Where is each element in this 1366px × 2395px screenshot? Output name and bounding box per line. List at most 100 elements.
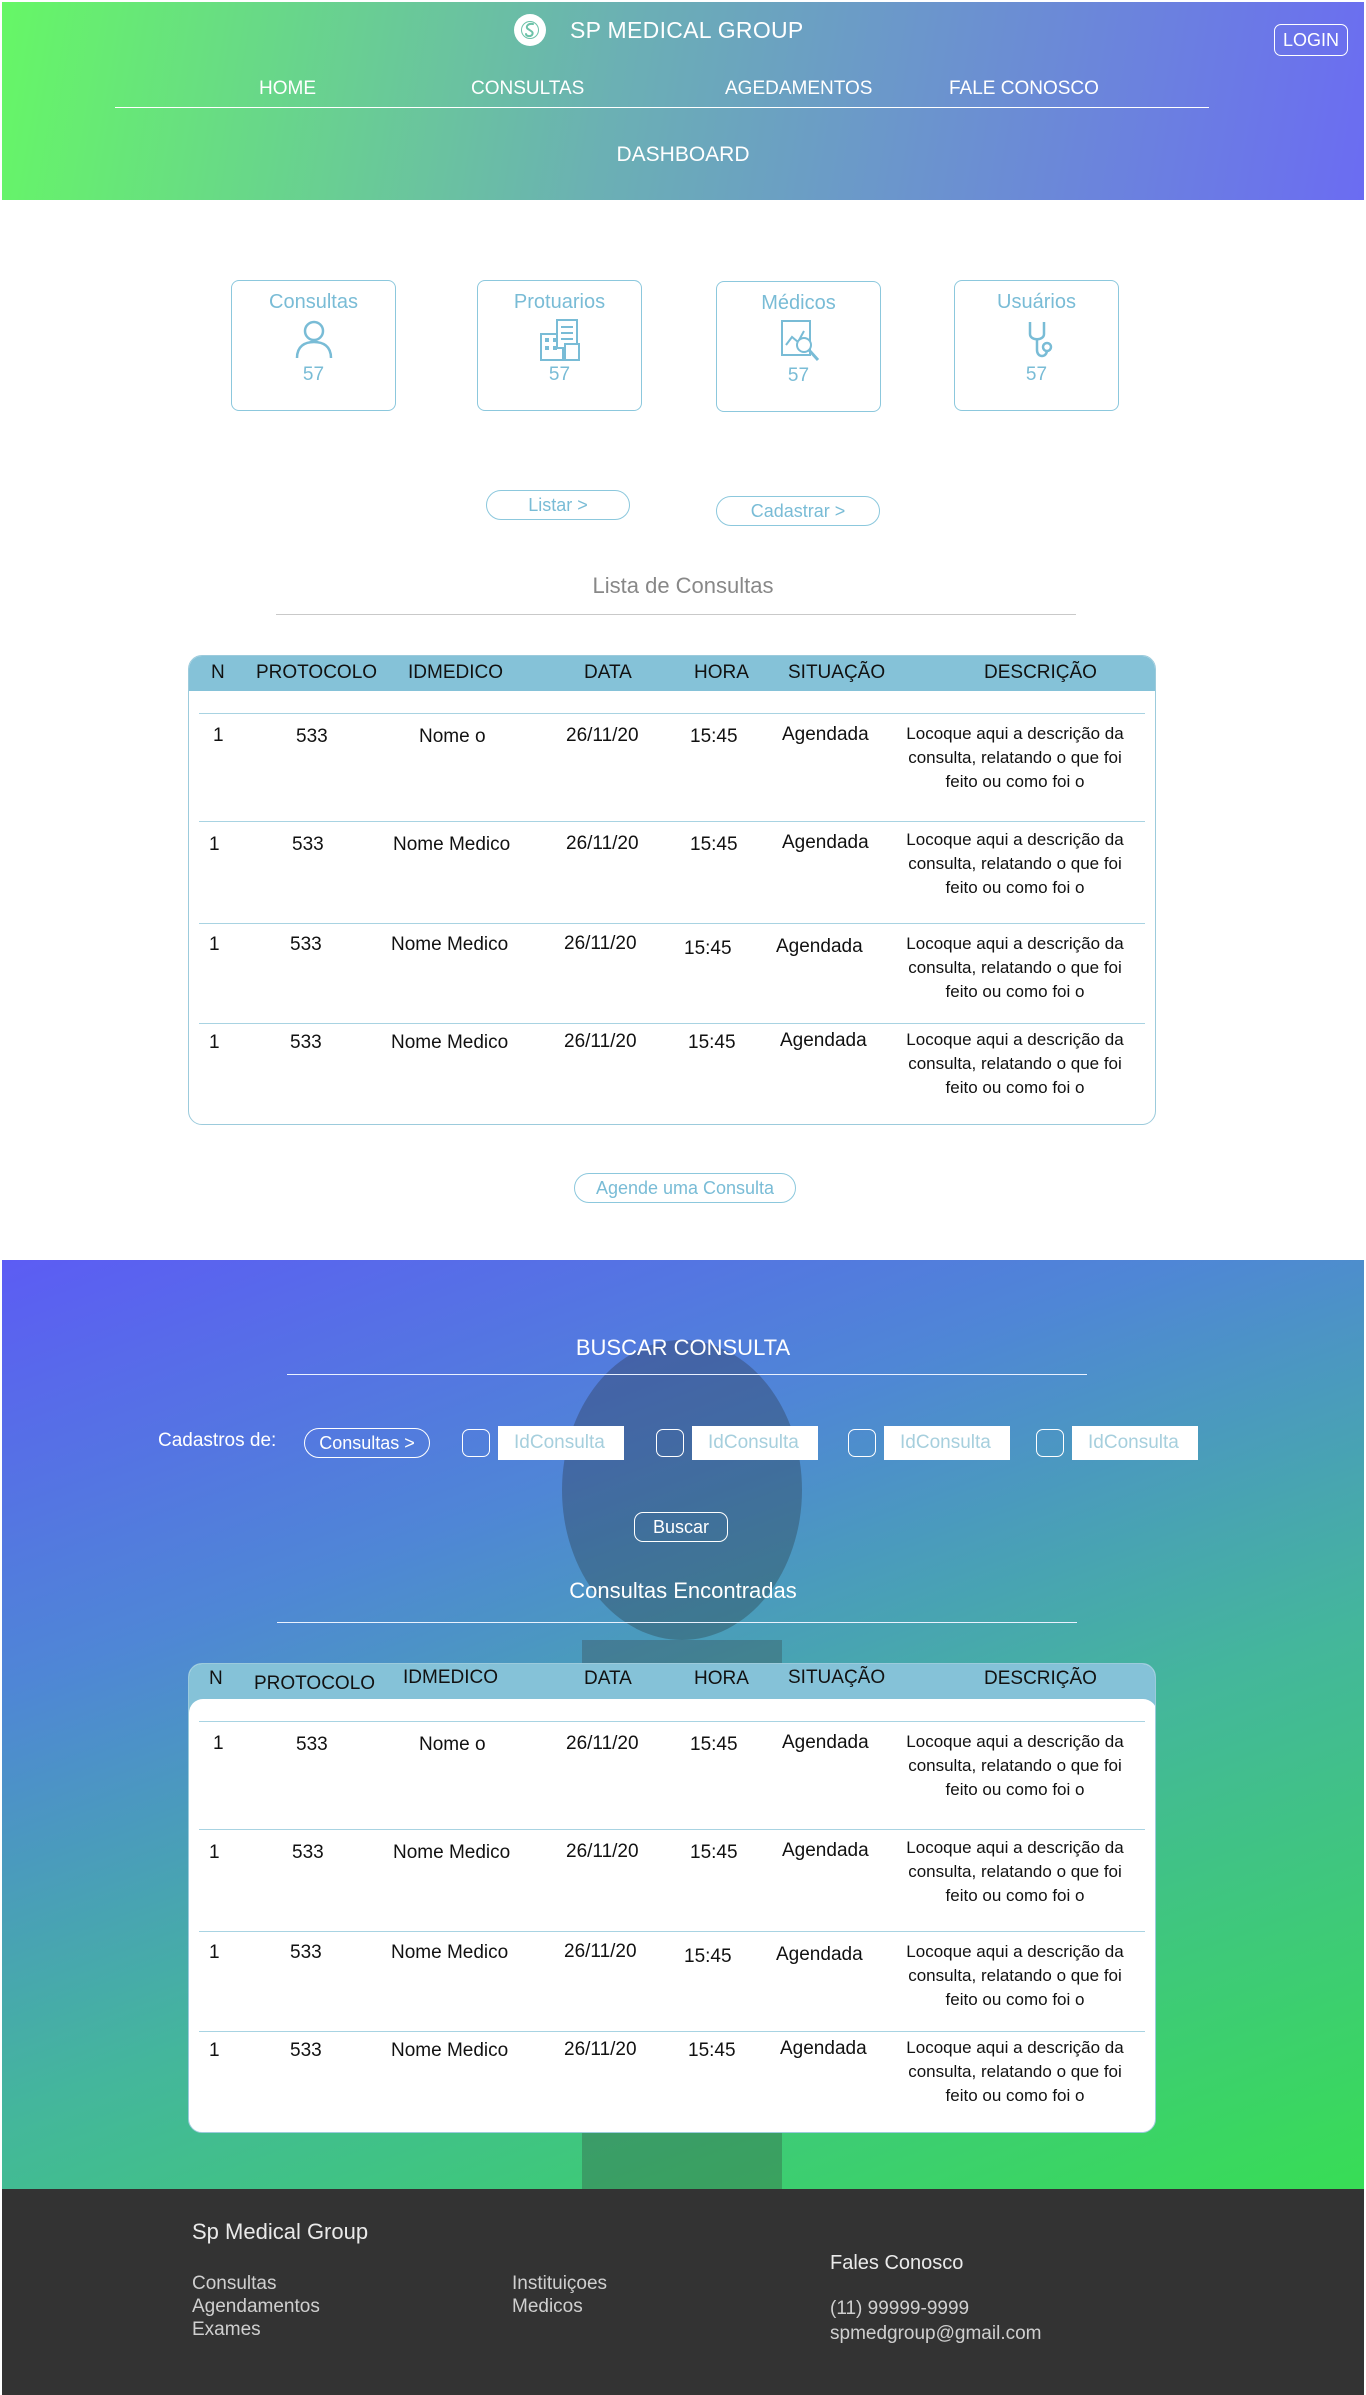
nav-agendamentos[interactable]: AGEDAMENTOS <box>725 78 872 100</box>
cell-situacao: Agendada <box>782 724 869 745</box>
stat-card-consultas[interactable]: Consultas 57 <box>231 280 396 411</box>
cadastros-label: Cadastros de: <box>158 1430 277 1451</box>
stat-value: 57 <box>302 364 325 385</box>
stethoscope-icon <box>955 314 1118 364</box>
col-idmedico: IDMEDICO <box>403 1667 498 1688</box>
cell-situacao: Agendada <box>780 2038 867 2059</box>
cell-protocolo: 533 <box>290 2040 322 2061</box>
cell-medico: Nome Medico <box>391 934 509 955</box>
col-n: N <box>209 1668 223 1689</box>
footer-link-consultas[interactable]: Consultas <box>192 2273 277 2295</box>
col-data: DATA <box>584 1668 632 1689</box>
buscar-button[interactable]: Buscar <box>634 1512 728 1542</box>
table-row[interactable]: 1 533 Nome Medico 26/11/20 15:45 Agendad… <box>199 923 1145 1023</box>
table-row[interactable]: 1 533 Nome Medico 26/11/20 15:45 Agendad… <box>199 2031 1145 2131</box>
cell-data: 26/11/20 <box>564 933 637 954</box>
login-button[interactable]: LOGIN <box>1274 24 1348 56</box>
cell-medico: Nome o <box>419 1734 486 1755</box>
table-row[interactable]: 1 533 Nome o 26/11/20 15:45 Agendada Loc… <box>199 1721 1145 1829</box>
cell-data: 26/11/20 <box>564 1031 637 1052</box>
cell-situacao: Agendada <box>782 832 869 853</box>
id-consulta-input[interactable] <box>884 1426 1010 1460</box>
nav-home[interactable]: HOME <box>259 78 316 100</box>
consultas-filter-button[interactable]: Consultas > <box>304 1428 430 1458</box>
divider <box>276 614 1076 615</box>
nav-fale-conosco[interactable]: FALE CONOSCO <box>949 78 1099 100</box>
footer-phone[interactable]: (11) 99999-9999 <box>830 2298 969 2320</box>
cell-medico: Nome Medico <box>391 2040 509 2061</box>
cell-hora: 15:45 <box>688 2040 736 2061</box>
col-descricao: DESCRIÇÃO <box>984 662 1097 683</box>
cell-descricao: Locoque aqui a descrição da consulta, re… <box>906 1838 1124 1905</box>
register-button[interactable]: Cadastrar > <box>716 496 880 526</box>
footer-link-medicos[interactable]: Medicos <box>512 2296 583 2318</box>
table-body-top <box>189 1699 1155 1717</box>
col-data: DATA <box>584 662 632 683</box>
stat-value: 57 <box>1025 364 1048 385</box>
stat-card-medicos[interactable]: Médicos 57 <box>716 281 881 412</box>
stat-value: 57 <box>787 365 810 386</box>
cell-data: 26/11/20 <box>564 2039 637 2060</box>
divider <box>287 1374 1087 1375</box>
user-icon <box>232 314 395 364</box>
table-header: N PROTOCOLO IDMEDICO DATA HORA SITUAÇÃO … <box>189 1664 1155 1699</box>
col-hora: HORA <box>694 1668 749 1689</box>
cell-protocolo: 533 <box>296 1734 328 1755</box>
table-row[interactable]: 1 533 Nome Medico 26/11/20 15:45 Agendad… <box>199 821 1145 923</box>
stat-label: Consultas <box>269 291 358 313</box>
stat-value: 57 <box>548 364 571 385</box>
table-row[interactable]: 1 533 Nome o 26/11/20 15:45 Agendada Loc… <box>199 713 1145 821</box>
table-row[interactable]: 1 533 Nome Medico 26/11/20 15:45 Agendad… <box>199 1931 1145 2031</box>
filter-checkbox[interactable] <box>848 1429 876 1457</box>
main-nav: HOME CONSULTAS AGEDAMENTOS FALE CONOSCO <box>115 2 1209 108</box>
divider <box>277 1622 1077 1623</box>
results-title: Consultas Encontradas <box>569 1578 797 1603</box>
footer-link-instituicoes[interactable]: Instituiçoes <box>512 2273 607 2295</box>
id-consulta-input[interactable] <box>1072 1426 1198 1460</box>
cell-protocolo: 533 <box>290 1942 322 1963</box>
id-consulta-input[interactable] <box>498 1426 624 1460</box>
table-row[interactable]: 1 533 Nome Medico 26/11/20 15:45 Agendad… <box>199 1829 1145 1931</box>
footer-link-agendamentos[interactable]: Agendamentos <box>192 2296 320 2318</box>
cell-medico: Nome Medico <box>391 1032 509 1053</box>
cell-hora: 15:45 <box>690 1842 738 1863</box>
col-descricao: DESCRIÇÃO <box>984 1668 1097 1689</box>
col-n: N <box>211 662 225 683</box>
cell-medico: Nome Medico <box>393 1842 511 1863</box>
footer-email[interactable]: spmedgroup@gmail.com <box>830 2323 1042 2345</box>
cell-hora: 15:45 <box>690 834 738 855</box>
cell-protocolo: 533 <box>292 834 324 855</box>
cell-situacao: Agendada <box>782 1732 869 1753</box>
filter-checkbox[interactable] <box>1036 1429 1064 1457</box>
cell-descricao: Locoque aqui a descrição da consulta, re… <box>906 934 1124 1001</box>
cell-n: 1 <box>209 1842 220 1863</box>
cell-hora: 15:45 <box>684 938 732 959</box>
cell-descricao: Locoque aqui a descrição da consulta, re… <box>906 724 1124 791</box>
cell-n: 1 <box>209 1032 220 1053</box>
cell-n: 1 <box>209 2040 220 2061</box>
cell-protocolo: 533 <box>290 934 322 955</box>
schedule-button[interactable]: Agende uma Consulta <box>574 1173 796 1203</box>
filter-checkbox[interactable] <box>656 1429 684 1457</box>
cell-hora: 15:45 <box>688 1032 736 1053</box>
id-consulta-input[interactable] <box>692 1426 818 1460</box>
cell-hora: 15:45 <box>690 1734 738 1755</box>
cell-descricao: Locoque aqui a descrição da consulta, re… <box>906 2038 1124 2105</box>
col-hora: HORA <box>694 662 749 683</box>
cell-hora: 15:45 <box>690 726 738 747</box>
filter-checkbox[interactable] <box>462 1429 490 1457</box>
results-table: N PROTOCOLO IDMEDICO DATA HORA SITUAÇÃO … <box>188 1663 1156 2133</box>
page: SP MEDICAL GROUP LOGIN HOME CONSULTAS AG… <box>0 0 1366 2395</box>
table-row[interactable]: 1 533 Nome Medico 26/11/20 15:45 Agendad… <box>199 1023 1145 1123</box>
stat-card-protuarios[interactable]: Protuarios 57 <box>477 280 642 411</box>
cell-descricao: Locoque aqui a descrição da consulta, re… <box>906 1732 1124 1799</box>
cell-n: 1 <box>213 725 224 746</box>
stat-card-usuarios[interactable]: Usuários 57 <box>954 280 1119 411</box>
table-header: N PROTOCOLO IDMEDICO DATA HORA SITUAÇÃO … <box>189 656 1155 691</box>
nav-consultas[interactable]: CONSULTAS <box>471 78 584 100</box>
cell-data: 26/11/20 <box>564 1941 637 1962</box>
search-title: BUSCAR CONSULTA <box>575 1335 791 1360</box>
list-button[interactable]: Listar > <box>486 490 630 520</box>
footer-link-exames[interactable]: Exames <box>192 2319 261 2341</box>
cell-hora: 15:45 <box>684 1946 732 1967</box>
